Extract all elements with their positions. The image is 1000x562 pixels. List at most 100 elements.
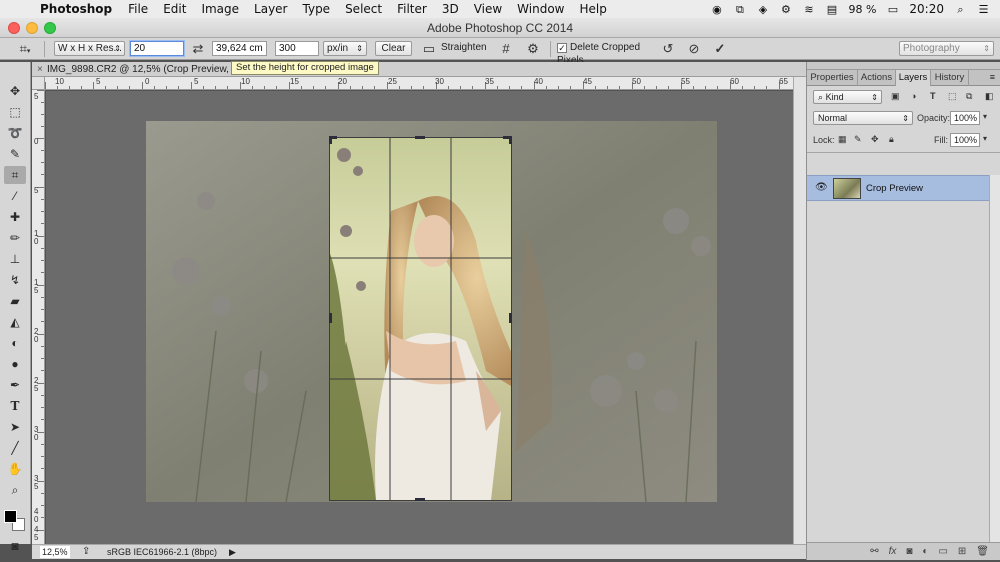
menu-list-icon[interactable]: ☰	[977, 4, 990, 15]
filter-smart-object-icon[interactable]: ⧉	[966, 91, 972, 102]
hand-tool-icon[interactable]: ✋	[4, 460, 26, 478]
screens-icon[interactable]: ⧉	[733, 4, 746, 15]
close-document-icon[interactable]: ×	[37, 62, 43, 77]
menu-image[interactable]: Image	[201, 2, 239, 16]
paint-bucket-tool-icon[interactable]: ◭	[4, 313, 26, 331]
tab-layers[interactable]: Layers	[896, 70, 931, 86]
pen-tool-icon[interactable]: ✒	[4, 376, 26, 394]
status-menu-arrow-icon[interactable]: ▶	[229, 545, 236, 559]
lock-image-icon[interactable]: ✎	[854, 134, 862, 145]
dropbox-icon[interactable]: ◈	[756, 4, 769, 15]
filter-pixel-icon[interactable]: ▣	[891, 91, 900, 102]
lock-position-icon[interactable]: ✥	[871, 134, 879, 145]
healing-brush-tool-icon[interactable]: ✚	[4, 208, 26, 226]
share-icon[interactable]: ⇪	[82, 545, 90, 559]
delete-cropped-pixels-checkbox[interactable]: ✓ Delete Cropped Pixels	[557, 41, 661, 66]
menu-file[interactable]: File	[128, 2, 148, 16]
menu-filter[interactable]: Filter	[397, 2, 427, 16]
swap-dimensions-icon[interactable]: ⇄	[189, 41, 207, 56]
lock-all-icon[interactable]: 🔒︎	[889, 134, 894, 145]
grid-overlay-icon[interactable]: #	[498, 41, 514, 56]
new-group-icon[interactable]: ▭	[938, 546, 947, 557]
marquee-tool-icon[interactable]: ⬚	[4, 103, 26, 121]
ratio-preset-dropdown[interactable]: W x H x Res... ⇕	[54, 41, 125, 56]
filter-kind-dropdown[interactable]: ⌕ Kind ⇕	[813, 90, 882, 104]
search-icon[interactable]: ⌕	[954, 4, 967, 15]
lock-transparent-icon[interactable]: ▦	[838, 134, 847, 145]
path-selection-tool-icon[interactable]: ➤	[4, 418, 26, 436]
zoom-level-field[interactable]: 12,5%	[40, 546, 70, 558]
document-canvas[interactable]	[46, 91, 793, 544]
foreground-color-swatch[interactable]	[4, 510, 17, 523]
clear-button[interactable]: Clear	[375, 41, 412, 56]
layer-name[interactable]: Crop Preview	[866, 183, 923, 194]
cancel-crop-icon[interactable]: ⊘	[686, 41, 702, 56]
horizontal-ruler[interactable]: 10 5 0 5 10 15 20 25 30 35 40 45 50 55 6…	[45, 77, 793, 90]
blur-tool-icon[interactable]: ◐	[4, 334, 26, 352]
record-icon[interactable]: ◉	[710, 4, 723, 15]
ruler-origin[interactable]	[32, 77, 45, 90]
layers-scrollbar[interactable]	[989, 175, 1000, 549]
fill-arrow-icon[interactable]: ▾	[983, 134, 987, 143]
lasso-tool-icon[interactable]: ➰	[4, 124, 26, 142]
dodge-tool-icon[interactable]: ●	[4, 355, 26, 373]
menu-layer[interactable]: Layer	[254, 2, 287, 16]
panel-menu-icon[interactable]: ≡	[990, 72, 995, 82]
blend-mode-dropdown[interactable]: Normal ⇕	[813, 111, 913, 125]
crop-resolution-field[interactable]: 300	[275, 41, 319, 56]
zoom-tool-icon[interactable]: ⌕	[4, 481, 26, 499]
resolution-unit-dropdown[interactable]: px/in ⇕	[323, 41, 367, 56]
menu-view[interactable]: View	[474, 2, 502, 16]
battery-icon[interactable]: ▭	[886, 4, 899, 15]
menu-3d[interactable]: 3D	[442, 2, 459, 16]
quick-selection-tool-icon[interactable]: ✎	[4, 145, 26, 163]
menu-type[interactable]: Type	[303, 2, 331, 16]
filter-toggle-icon[interactable]: ◧	[985, 91, 994, 102]
document-tab[interactable]: × IMG_9898.CR2 @ 12,5% (Crop Preview, RG	[32, 62, 806, 77]
filter-type-icon[interactable]: T	[930, 91, 936, 101]
quick-mask-icon[interactable]: ◙	[4, 537, 26, 555]
menu-help[interactable]: Help	[580, 2, 607, 16]
clock[interactable]: 20:20	[909, 2, 944, 16]
workspace-dropdown[interactable]: Photography ⇕	[899, 41, 994, 56]
type-tool-icon[interactable]: T	[4, 397, 26, 415]
eye-icon[interactable]: 👁︎	[815, 182, 828, 193]
vertical-ruler[interactable]: 5 0 5 1 0 1 5 2 0 2 5 3 0 3 5 4 0 4 5	[32, 90, 45, 544]
straighten-icon[interactable]: ▭	[421, 41, 437, 56]
eyedropper-tool-icon[interactable]: ⁄	[4, 187, 26, 205]
opacity-arrow-icon[interactable]: ▾	[983, 112, 987, 121]
gear-icon[interactable]: ⚙	[779, 4, 792, 15]
layer-row[interactable]: 👁︎ Crop Preview	[807, 175, 989, 201]
crop-tool-icon[interactable]: ⌗	[4, 166, 26, 184]
crop-height-field[interactable]: 39,624 cm	[212, 41, 267, 56]
photo-artwork[interactable]	[46, 91, 793, 544]
add-mask-icon[interactable]: ◙	[906, 546, 912, 557]
flag-icon[interactable]: ▤	[825, 4, 838, 15]
adjustment-layer-icon[interactable]: ◐	[922, 546, 928, 557]
eraser-tool-icon[interactable]: ▰	[4, 292, 26, 310]
tab-actions[interactable]: Actions	[858, 70, 896, 86]
menu-select[interactable]: Select	[345, 2, 382, 16]
history-brush-tool-icon[interactable]: ↯	[4, 271, 26, 289]
trash-icon[interactable]: 🗑︎	[976, 546, 989, 557]
tab-properties[interactable]: Properties	[807, 70, 858, 86]
link-layers-icon[interactable]: ⚯	[870, 546, 878, 557]
straighten-button[interactable]: Straighten	[441, 41, 489, 56]
menu-app-name[interactable]: Photoshop	[40, 2, 112, 16]
tab-history[interactable]: History	[931, 70, 969, 86]
commit-crop-icon[interactable]: ✓	[712, 41, 728, 56]
wifi-icon[interactable]: ≋	[802, 4, 815, 15]
new-layer-icon[interactable]: ⊞	[958, 546, 966, 557]
brush-tool-icon[interactable]: ✏	[4, 229, 26, 247]
filter-adjustment-icon[interactable]: ◑	[911, 91, 916, 101]
fill-field[interactable]: 100%	[950, 133, 980, 147]
opacity-field[interactable]: 100%	[950, 111, 980, 125]
clone-stamp-tool-icon[interactable]: ⊥	[4, 250, 26, 268]
layer-style-icon[interactable]: fx	[889, 546, 897, 557]
reset-crop-icon[interactable]: ↺	[660, 41, 676, 56]
vertical-scrollbar[interactable]	[793, 77, 806, 544]
crop-width-field[interactable]: 20	[130, 41, 184, 56]
menu-edit[interactable]: Edit	[163, 2, 186, 16]
filter-shape-icon[interactable]: ⬚	[948, 91, 957, 102]
menu-window[interactable]: Window	[517, 2, 564, 16]
